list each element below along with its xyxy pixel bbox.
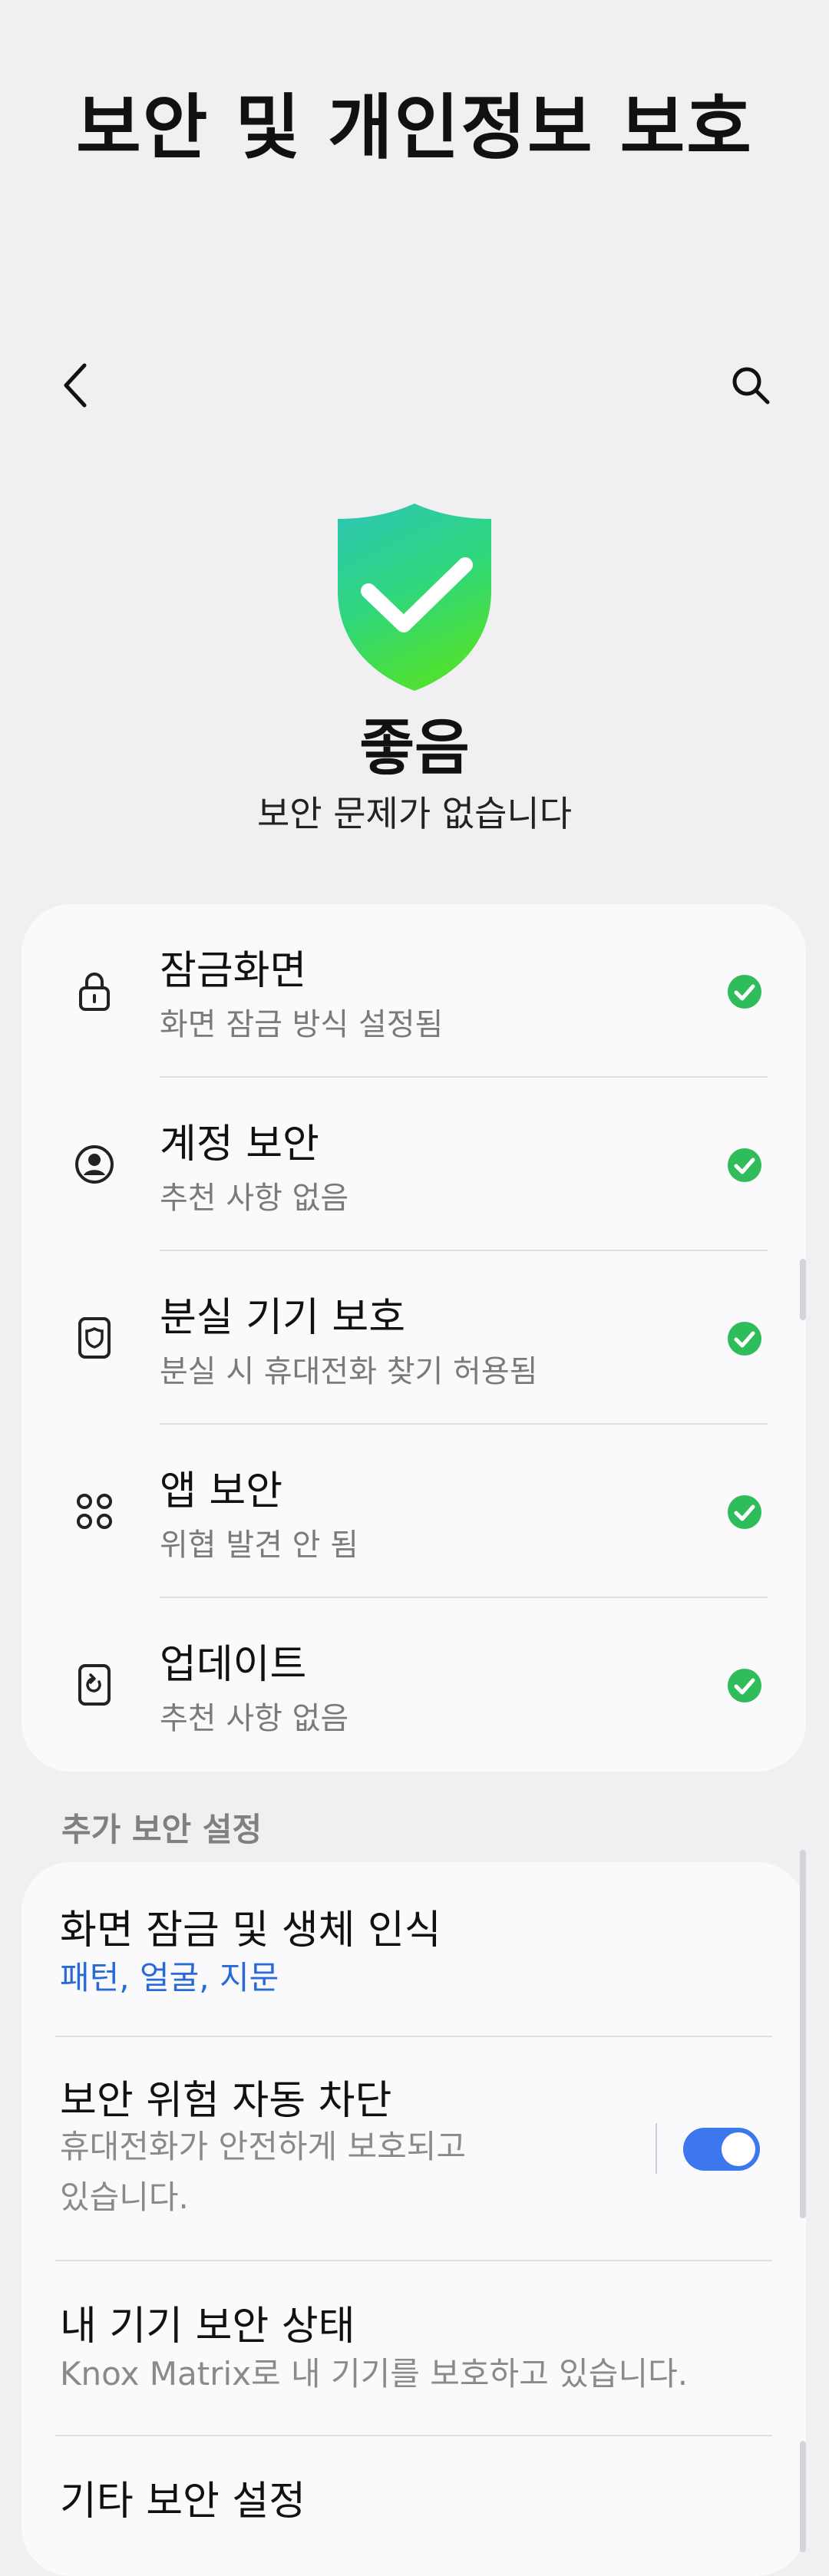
row-title: 잠금화면 — [160, 948, 307, 994]
row-title: 계정 보안 — [160, 1121, 319, 1167]
check-circle-icon — [728, 1322, 761, 1356]
search-button[interactable] — [720, 355, 781, 416]
setting-auto-blocker[interactable]: 보안 위험 자동 차단 휴대전화가 안전하게 보호되고 있습니다. — [21, 2037, 806, 2260]
check-row-update[interactable]: 업데이트 추천 사항 없음 — [21, 1598, 806, 1772]
status-title: 좋음 — [359, 714, 470, 783]
setting-title: 화면 잠금 및 생체 인식 — [60, 1907, 441, 1953]
scrollbar-track-lower[interactable] — [800, 2441, 806, 2552]
row-title: 앱 보안 — [160, 1468, 283, 1514]
check-row-lock-screen[interactable]: 잠금화면 화면 잠금 방식 설정됨 — [21, 904, 806, 1078]
lost-device-icon — [68, 1311, 121, 1365]
check-circle-icon — [728, 1669, 761, 1702]
row-title: 분실 기기 보호 — [160, 1295, 406, 1341]
vertical-separator — [656, 2123, 657, 2174]
search-icon — [732, 367, 770, 405]
setting-subtitle: 패턴, 얼굴, 지문 — [60, 1959, 279, 1996]
update-icon — [68, 1658, 121, 1712]
setting-subtitle: 휴대전화가 안전하게 보호되고 — [60, 2128, 467, 2165]
account-icon — [68, 1138, 121, 1191]
section-header-additional: 추가 보안 설정 — [61, 1811, 263, 1848]
chevron-left-icon — [64, 363, 87, 408]
row-subtitle: 추천 사항 없음 — [160, 1701, 349, 1736]
scrollbar-thumb[interactable] — [800, 1259, 806, 1320]
security-checks-card: 잠금화면 화면 잠금 방식 설정됨 계정 보안 추천 사항 없음 분실 기기 보… — [21, 904, 806, 1772]
row-title: 업데이트 — [160, 1642, 307, 1688]
setting-subtitle: Knox Matrix로 내 기기를 보호하고 있습니다. — [60, 2355, 689, 2393]
setting-subtitle-cont: 있습니다. — [60, 2178, 189, 2216]
apps-icon — [68, 1485, 121, 1538]
row-subtitle: 화면 잠금 방식 설정됨 — [160, 1007, 444, 1042]
scrollbar-track[interactable] — [800, 1850, 806, 2218]
setting-title: 보안 위험 자동 차단 — [60, 2078, 392, 2124]
setting-title: 내 기기 보안 상태 — [60, 2304, 355, 2350]
row-subtitle: 추천 사항 없음 — [160, 1181, 349, 1216]
check-row-account-security[interactable]: 계정 보안 추천 사항 없음 — [21, 1078, 806, 1251]
setting-device-security-status[interactable]: 내 기기 보안 상태 Knox Matrix로 내 기기를 보호하고 있습니다. — [21, 2261, 806, 2435]
additional-settings-card: 화면 잠금 및 생체 인식 패턴, 얼굴, 지문 보안 위험 자동 차단 휴대전… — [21, 1862, 806, 2576]
shield-check-icon — [338, 504, 491, 691]
row-subtitle: 위협 발견 안 됨 — [160, 1527, 358, 1563]
setting-screen-lock-biometrics[interactable]: 화면 잠금 및 생체 인식 패턴, 얼굴, 지문 — [21, 1862, 806, 2036]
check-row-lost-device[interactable]: 분실 기기 보호 분실 시 휴대전화 찾기 허용됨 — [21, 1251, 806, 1425]
row-subtitle: 분실 시 휴대전화 찾기 허용됨 — [160, 1354, 538, 1389]
back-button[interactable] — [45, 355, 106, 416]
status-subtitle: 보안 문제가 없습니다 — [256, 793, 573, 834]
setting-other-security[interactable]: 기타 보안 설정 — [21, 2436, 806, 2576]
lock-icon — [68, 964, 121, 1018]
check-row-app-security[interactable]: 앱 보안 위협 발견 안 됨 — [21, 1425, 806, 1598]
setting-title: 기타 보안 설정 — [60, 2479, 306, 2525]
page-title: 보안 및 개인정보 보호 — [76, 87, 753, 169]
check-circle-icon — [728, 1148, 761, 1182]
check-circle-icon — [728, 975, 761, 1009]
auto-blocker-toggle[interactable] — [683, 2128, 760, 2171]
check-circle-icon — [728, 1495, 761, 1529]
toggle-knob — [722, 2132, 755, 2166]
